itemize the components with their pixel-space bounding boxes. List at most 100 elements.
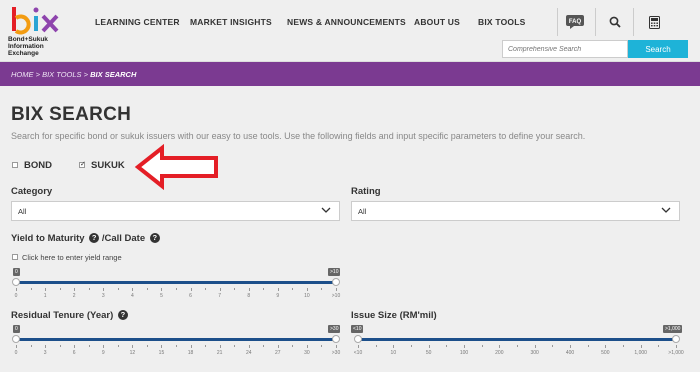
- slider-tick: [16, 288, 17, 291]
- slider-tick-label: <10: [353, 350, 363, 356]
- bix-logo[interactable]: Bond+Sukuk Information Exchange: [8, 4, 70, 58]
- slider-tick: [336, 345, 337, 348]
- slider-tick: [375, 345, 377, 347]
- slider-tick: [74, 288, 76, 291]
- issue-size-slider-ticks: <10 10 50 100 200 300 400 500 1,000 >1,000: [354, 345, 684, 359]
- slider-tick: [219, 288, 221, 291]
- bond-label: BOND: [24, 160, 52, 171]
- breadcrumb-bix-tools[interactable]: BIX TOOLS: [42, 70, 81, 79]
- slider-tick-label: 1: [43, 293, 47, 299]
- tenure-label: Residual Tenure (Year) ?: [11, 310, 128, 321]
- slider-tick: [117, 345, 119, 347]
- calculator-icon[interactable]: [641, 10, 667, 34]
- yield-slider-track[interactable]: [16, 281, 336, 284]
- slider-tick: [623, 345, 624, 347]
- tenure-min-badge: 0: [13, 325, 20, 333]
- call-date-label-text: /Call Date: [101, 233, 146, 244]
- slider-tick: [190, 288, 192, 291]
- slider-tick-label: 50: [425, 350, 432, 356]
- slider-tick: [605, 345, 607, 348]
- slider-tick: [74, 345, 76, 348]
- logo-tagline: Bond+Sukuk Information Exchange: [8, 36, 48, 57]
- breadcrumb-current: BIX SEARCH: [90, 70, 137, 79]
- slider-tick: [321, 288, 323, 290]
- svg-text:FAQ: FAQ: [569, 19, 582, 25]
- nav-bix-tools[interactable]: BIX TOOLS: [478, 17, 525, 27]
- slider-tick: [16, 345, 17, 348]
- slider-tick-label: 0: [14, 293, 18, 299]
- slider-tick-label: 5: [160, 293, 163, 299]
- rating-select[interactable]: All: [351, 201, 680, 221]
- slider-tick: [358, 345, 359, 348]
- slider-tick-label: >1,000: [668, 350, 684, 356]
- slider-tick: [640, 345, 642, 348]
- slider-tick-label: 200: [495, 350, 504, 356]
- breadcrumb-home[interactable]: HOME: [11, 70, 34, 79]
- nav-learning-center[interactable]: LEARNING CENTER: [95, 17, 180, 27]
- nav-news-announcements[interactable]: NEWS & ANNOUNCEMENTS: [287, 17, 406, 27]
- help-icon[interactable]: ?: [117, 310, 128, 320]
- yield-slider-max-handle[interactable]: [332, 278, 340, 286]
- slider-tick-label: 2: [72, 293, 76, 299]
- logo-line-3: Exchange: [8, 50, 39, 57]
- nav-about-us[interactable]: ABOUT US: [414, 17, 460, 27]
- breadcrumb-separator: >: [83, 70, 89, 79]
- slider-tick: [117, 288, 119, 290]
- tenure-slider-ticks: 0 3 6 9 12 15 18 21 24 27 30 >30: [15, 345, 340, 359]
- slider-tick-label: 3: [101, 293, 105, 299]
- bix-logo-mark: [12, 7, 59, 35]
- tenure-slider-track[interactable]: [16, 338, 336, 341]
- yield-slider-ticks: 0 1 2 3 4 5 6 7 8 9 10 >10: [14, 288, 340, 302]
- slider-tick-label: 12: [129, 350, 136, 356]
- yield-slider-min-handle[interactable]: [12, 278, 20, 286]
- slider-tick: [103, 345, 105, 348]
- slider-tick: [205, 288, 207, 290]
- faq-icon[interactable]: FAQ: [562, 10, 588, 34]
- sukuk-checkbox[interactable]: [79, 160, 86, 168]
- slider-tick: [411, 345, 412, 347]
- search-input[interactable]: [502, 40, 628, 58]
- slider-tick-label: 4: [130, 293, 134, 299]
- slider-tick: [248, 345, 250, 348]
- slider-tick: [446, 345, 448, 347]
- slider-tick: [190, 345, 192, 348]
- nav-market-insights[interactable]: MARKET INSIGHTS: [190, 17, 272, 27]
- issue-size-slider-track[interactable]: [358, 338, 676, 341]
- rating-value: All: [358, 207, 367, 216]
- slider-tick-label: 7: [218, 293, 222, 299]
- search-button[interactable]: Search: [628, 40, 688, 58]
- slider-tick: [234, 345, 236, 347]
- site-header: Bond+Sukuk Information Exchange LEARNING…: [0, 0, 700, 62]
- slider-tick: [263, 345, 265, 347]
- slider-tick: [88, 288, 90, 290]
- slider-tick: [161, 345, 163, 348]
- slider-tick: [658, 345, 660, 347]
- bond-checkbox[interactable]: [12, 162, 18, 168]
- issue-size-slider-min-handle[interactable]: [354, 335, 362, 343]
- issue-size-slider-max-handle[interactable]: [672, 335, 680, 343]
- slider-tick: [132, 288, 134, 291]
- help-icon[interactable]: ?: [89, 233, 100, 243]
- slider-tick: [321, 345, 323, 347]
- slider-tick-label: 24: [245, 350, 252, 356]
- slider-tick: [45, 345, 47, 348]
- help-icon[interactable]: ?: [149, 233, 160, 243]
- yield-range-checkbox[interactable]: [12, 254, 18, 260]
- header-divider: [557, 8, 558, 36]
- slider-tick: [517, 345, 518, 347]
- search-icon[interactable]: [602, 10, 628, 34]
- slider-tick-label: 9: [276, 293, 280, 299]
- slider-tick: [428, 345, 430, 348]
- yield-label-text: Yield to Maturity: [11, 233, 85, 244]
- slider-tick: [277, 345, 279, 348]
- page-title: BIX SEARCH: [11, 104, 132, 125]
- slider-tick: [45, 288, 47, 291]
- category-value: All: [18, 207, 27, 216]
- slider-tick: [176, 288, 177, 290]
- slider-tick: [146, 288, 148, 290]
- tenure-slider-min-handle[interactable]: [12, 335, 20, 343]
- category-select[interactable]: All: [11, 201, 340, 221]
- tenure-slider-max-handle[interactable]: [332, 335, 340, 343]
- header-divider: [633, 8, 634, 36]
- slider-tick: [306, 345, 308, 348]
